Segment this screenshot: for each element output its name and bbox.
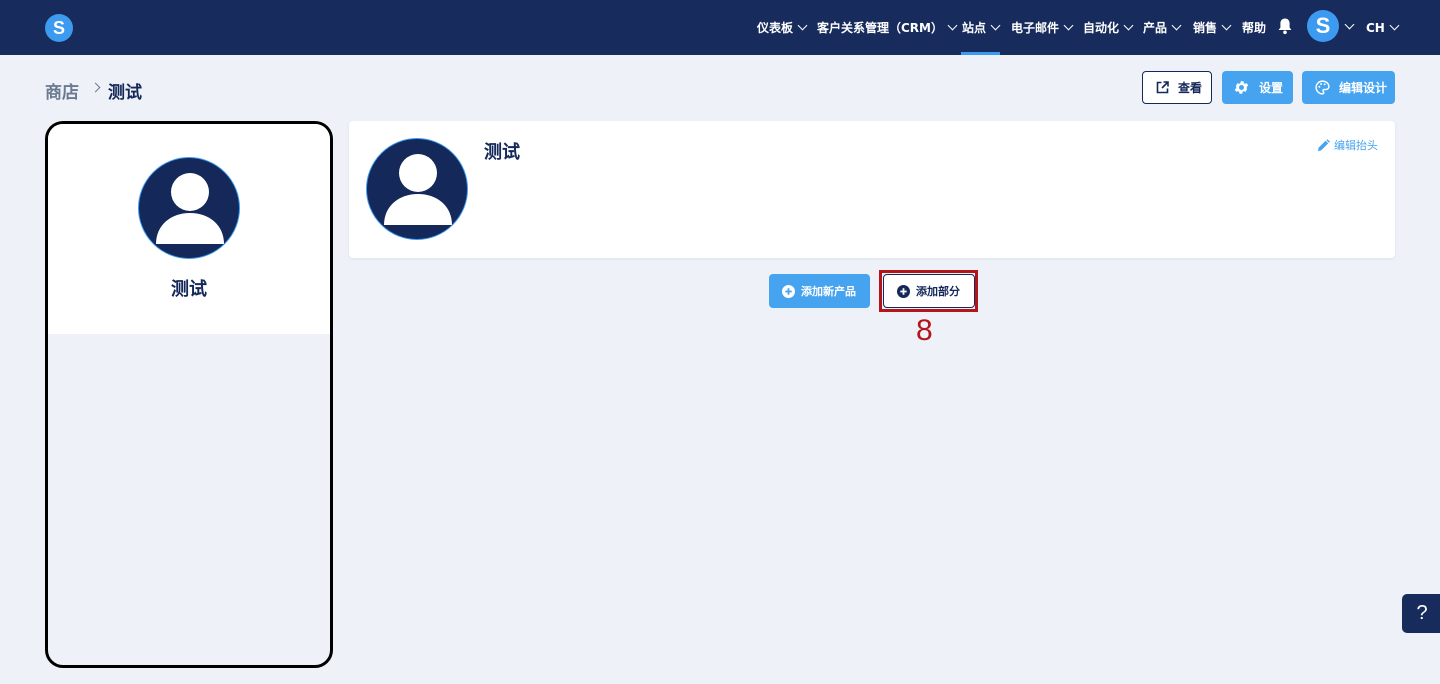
chevron-down-icon bbox=[990, 20, 1001, 31]
plus-circle-icon bbox=[782, 284, 795, 298]
nav-products[interactable]: 产品 bbox=[1143, 0, 1182, 55]
mobile-preview-header: 测试 bbox=[48, 124, 330, 334]
edit-design-button-label: 编辑设计 bbox=[1339, 81, 1388, 95]
gear-icon bbox=[1234, 81, 1249, 94]
chevron-down-icon bbox=[1063, 20, 1074, 31]
chevron-down-icon bbox=[947, 20, 958, 31]
nav-products-label: 产品 bbox=[1143, 21, 1168, 35]
store-avatar bbox=[138, 157, 240, 259]
add-product-label: 添加新产品 bbox=[801, 285, 856, 298]
nav-crm-label: 客户关系管理（CRM） bbox=[817, 21, 943, 35]
nav-email-label: 电子邮件 bbox=[1011, 21, 1060, 35]
chevron-down-icon[interactable] bbox=[1344, 19, 1355, 30]
external-link-icon bbox=[1156, 81, 1169, 94]
settings-button-label: 设置 bbox=[1259, 81, 1284, 95]
nav-dashboard[interactable]: 仪表板 bbox=[757, 0, 808, 55]
edit-header-label: 编辑抬头 bbox=[1334, 139, 1378, 152]
step-highlight-box bbox=[879, 270, 978, 312]
breadcrumb-parent[interactable]: 商店 bbox=[45, 78, 79, 103]
nav-sites-label: 站点 bbox=[962, 21, 987, 35]
user-icon bbox=[384, 154, 452, 225]
help-button[interactable]: ? bbox=[1402, 594, 1440, 633]
palette-icon bbox=[1315, 80, 1330, 95]
step-number: 8 bbox=[916, 314, 933, 347]
chevron-down-icon bbox=[1221, 20, 1232, 31]
language-label: CH bbox=[1366, 20, 1385, 35]
nav-automation[interactable]: 自动化 bbox=[1083, 0, 1134, 55]
view-button-label: 查看 bbox=[1178, 81, 1203, 95]
pencil-icon bbox=[1318, 138, 1330, 151]
nav-dashboard-label: 仪表板 bbox=[757, 21, 794, 35]
chevron-down-icon bbox=[1171, 20, 1182, 31]
nav-crm[interactable]: 客户关系管理（CRM） bbox=[817, 0, 958, 55]
nav-sales[interactable]: 销售 bbox=[1193, 0, 1232, 55]
nav-automation-label: 自动化 bbox=[1083, 21, 1120, 35]
settings-button[interactable]: 设置 bbox=[1222, 71, 1293, 104]
add-product-button[interactable]: 添加新产品 bbox=[769, 274, 870, 308]
view-button[interactable]: 查看 bbox=[1142, 71, 1212, 104]
nav-help-label: 帮助 bbox=[1242, 21, 1267, 35]
chevron-down-icon bbox=[1389, 20, 1400, 31]
user-icon bbox=[156, 173, 224, 244]
preview-store-name: 测试 bbox=[171, 279, 207, 300]
store-avatar[interactable] bbox=[366, 138, 468, 240]
user-avatar-button[interactable]: S bbox=[1307, 10, 1339, 42]
breadcrumb-current: 测试 bbox=[108, 83, 142, 103]
chevron-right-icon bbox=[90, 82, 101, 93]
nav-sites[interactable]: 站点 bbox=[960, 0, 1001, 55]
nav-help[interactable]: 帮助 bbox=[1242, 0, 1266, 55]
edit-design-button[interactable]: 编辑设计 bbox=[1302, 71, 1395, 104]
bell-icon[interactable] bbox=[1277, 17, 1293, 35]
top-navigation-bar: S 仪表板 客户关系管理（CRM） 站点 电子邮件 自动化 产品 销售 帮助 S… bbox=[0, 0, 1440, 55]
chevron-down-icon bbox=[797, 20, 808, 31]
language-selector[interactable]: CH bbox=[1366, 0, 1400, 55]
mobile-preview-frame: 测试 bbox=[45, 121, 333, 668]
app-logo[interactable]: S bbox=[45, 14, 73, 42]
edit-header-link[interactable]: 编辑抬头 bbox=[1317, 137, 1378, 153]
nav-sales-label: 销售 bbox=[1193, 21, 1218, 35]
chevron-down-icon bbox=[1123, 20, 1134, 31]
store-title: 测试 bbox=[484, 142, 520, 163]
nav-email[interactable]: 电子邮件 bbox=[1011, 0, 1074, 55]
store-header-card: 测试 编辑抬头 bbox=[349, 121, 1395, 258]
